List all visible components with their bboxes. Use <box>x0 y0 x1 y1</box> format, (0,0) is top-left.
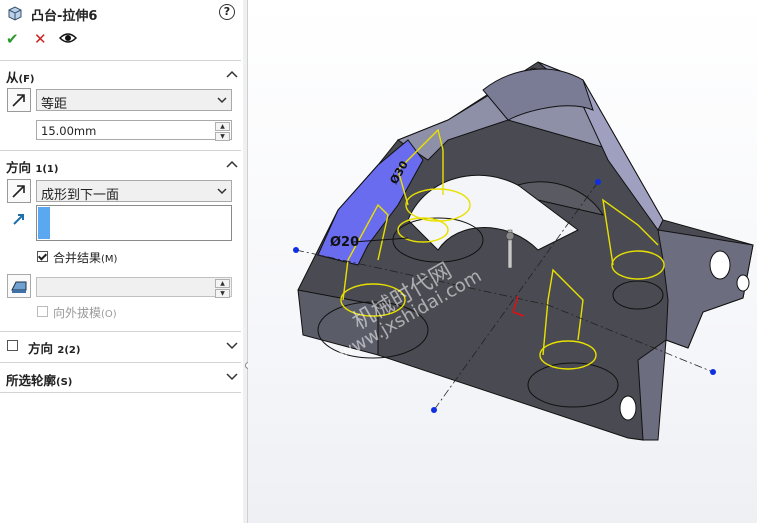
selected-contours-section-title[interactable]: 所选轮廓(S) <box>6 370 72 389</box>
merge-result-label: 合并结果(M) <box>53 251 118 265</box>
end-condition-value: 成形到下一面 <box>41 188 120 203</box>
spin-up-button[interactable]: ▲ <box>215 279 230 288</box>
divider <box>0 60 241 61</box>
reverse-direction1-button[interactable] <box>7 179 31 203</box>
property-manager: 凸台-拉伸6 ? ✔ ✕ 从(F) 等距 15.00mm ▲ ▼ 方向 1(1) … <box>0 0 244 523</box>
divider <box>0 392 241 393</box>
direction-vector-listbox[interactable] <box>36 205 232 241</box>
direction2-checkbox[interactable] <box>7 340 18 351</box>
help-icon[interactable]: ? <box>219 4 235 20</box>
draft-outward-label: 向外拔模(O) <box>53 306 117 320</box>
graphics-viewport[interactable]: Ø20 Ø30 机械时代网 www.jxshidai.com <box>248 0 757 523</box>
page-title: 凸台-拉伸6 <box>31 9 98 24</box>
direction1-section-title[interactable]: 方向 1(1) <box>6 157 58 176</box>
divider <box>0 150 241 151</box>
divider <box>0 362 241 363</box>
chevron-down-icon <box>217 97 227 104</box>
ok-button[interactable]: ✔ <box>6 30 19 48</box>
reverse-direction-button[interactable] <box>7 88 31 112</box>
listbox-selection-bar <box>38 207 50 239</box>
from-condition-value: 等距 <box>41 97 68 112</box>
divider <box>0 331 241 332</box>
from-distance-field[interactable]: 15.00mm ▲ ▼ <box>36 120 232 141</box>
spin-up-button[interactable]: ▲ <box>215 122 230 131</box>
arrow-icon <box>12 94 25 107</box>
spin-down-button[interactable]: ▼ <box>215 289 230 298</box>
boss-extrude-icon <box>8 6 22 21</box>
diameter-dimension-20[interactable]: Ø20 <box>330 235 359 250</box>
draft-toggle-button[interactable] <box>7 274 31 298</box>
model-view[interactable]: Ø20 Ø30 机械时代网 www.jxshidai.com <box>248 0 757 523</box>
spin-down-button[interactable]: ▼ <box>215 132 230 141</box>
title-bar: 凸台-拉伸6 ? <box>0 0 243 26</box>
from-distance-value: 15.00mm <box>41 124 97 138</box>
cancel-button[interactable]: ✕ <box>34 30 47 48</box>
chevron-down-icon[interactable] <box>226 373 238 381</box>
draft-outward-checkbox[interactable] <box>37 306 48 317</box>
chevron-down-icon <box>217 188 227 195</box>
merge-result-checkbox[interactable] <box>37 251 48 262</box>
from-condition-select[interactable]: 等距 <box>36 89 232 112</box>
chevron-down-icon[interactable] <box>226 342 238 350</box>
end-condition-select[interactable]: 成形到下一面 <box>36 180 232 203</box>
direction-vector-icon <box>13 214 24 225</box>
direction2-section-title[interactable]: 方向 2(2) <box>28 338 80 357</box>
arrow-icon <box>12 185 25 198</box>
chevron-up-icon[interactable] <box>226 70 238 78</box>
draft-angle-field[interactable]: ▲ ▼ <box>36 277 232 298</box>
chevron-up-icon[interactable] <box>226 160 238 168</box>
preview-eye-icon[interactable] <box>59 32 77 44</box>
draft-icon <box>11 281 27 293</box>
from-section-title[interactable]: 从(F) <box>6 67 35 86</box>
